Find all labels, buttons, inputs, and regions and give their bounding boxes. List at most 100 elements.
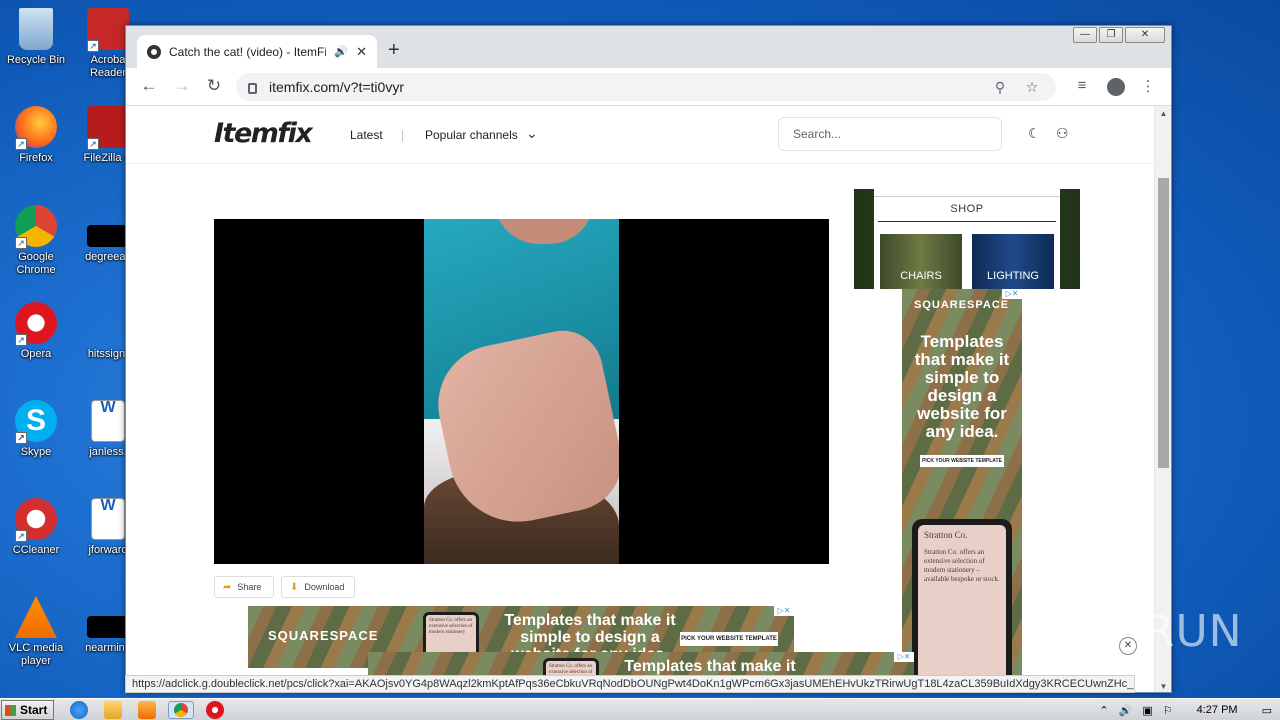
- file-icon: [87, 616, 129, 638]
- phone-mockup: Stratton Co. Stratton Co. offers an exte…: [912, 519, 1012, 692]
- search-input[interactable]: Search...: [778, 117, 1002, 151]
- skype-icon: S ↗: [15, 400, 57, 444]
- address-bar[interactable]: itemfix.com/v?t=ti0vyr ⚲ ☆: [236, 73, 1056, 101]
- close-tab-icon[interactable]: ✕: [356, 44, 367, 60]
- media-player-taskbar-icon[interactable]: [138, 701, 156, 719]
- tab-active[interactable]: Catch the cat! (video) - ItemFix 🔊 ✕: [137, 35, 377, 68]
- desktop-icon-label: Acroba Reader: [89, 54, 127, 79]
- download-icon: ⬇: [290, 581, 299, 593]
- desktop-icon-label: Firefox: [19, 152, 53, 164]
- site-header: Itemfix Latest | Popular channels ⌄ Sear…: [126, 106, 1156, 164]
- nav-popular-channels[interactable]: Popular channels: [425, 128, 518, 142]
- phone-body: Stratton Co. offers an extensive selecti…: [924, 548, 1000, 583]
- chrome-icon: ↗: [15, 205, 57, 249]
- window-controls: — ❐ ✕: [1073, 27, 1165, 43]
- shop-tile-lighting[interactable]: LIGHTING: [972, 234, 1054, 289]
- forward-arrow-icon[interactable]: →: [171, 76, 193, 96]
- ad-cta-button[interactable]: PICK YOUR WEBSITE TEMPLATE: [680, 632, 778, 646]
- scroll-up-arrow-icon[interactable]: ▲: [1155, 109, 1171, 118]
- lock-icon: [248, 82, 257, 94]
- minimize-button[interactable]: —: [1073, 27, 1097, 43]
- word-document-icon: W: [91, 498, 125, 540]
- media-control-icon[interactable]: ≡: [1071, 77, 1093, 94]
- desktop-icon-label: Skype: [20, 446, 52, 458]
- shop-tile-chairs[interactable]: CHAIRS: [880, 234, 962, 289]
- taskbar: Start ⌃ 🔊 ▣ ⚐ 4:27 PM ▭: [0, 698, 1280, 720]
- opera-taskbar-icon[interactable]: [206, 701, 224, 719]
- vlc-icon: [15, 596, 57, 638]
- page-scrollbar[interactable]: ▲ ▼: [1154, 106, 1171, 692]
- desktop-icon-skype[interactable]: S ↗ Skype: [0, 400, 72, 459]
- desktop-icon-vlc[interactable]: VLC media player: [0, 596, 72, 668]
- video-player[interactable]: [214, 219, 829, 564]
- scrollbar-thumb[interactable]: [1158, 178, 1169, 468]
- nav-divider: |: [401, 128, 405, 142]
- browser-toolbar: ← → ↻ itemfix.com/v?t=ti0vyr ⚲ ☆ ≡ ⋮: [126, 68, 1171, 106]
- share-label: Share: [237, 582, 262, 592]
- download-button[interactable]: ⬇ Download: [281, 576, 355, 598]
- itemfix-logo[interactable]: Itemfix: [214, 118, 313, 149]
- firefox-icon: ↗: [15, 106, 57, 150]
- web-page: Itemfix Latest | Popular channels ⌄ Sear…: [126, 106, 1156, 692]
- word-document-icon: W: [91, 400, 125, 442]
- volume-icon[interactable]: 🔊: [1119, 704, 1133, 717]
- new-tab-button[interactable]: +: [388, 40, 400, 60]
- shop-divider: [878, 221, 1056, 222]
- tab-title: Catch the cat! (video) - ItemFix: [169, 44, 327, 59]
- share-button[interactable]: ➦ Share: [214, 576, 274, 598]
- dark-mode-moon-icon[interactable]: ☾: [1028, 125, 1041, 142]
- nav-latest[interactable]: Latest: [350, 128, 383, 142]
- chrome-taskbar-icon[interactable]: [168, 701, 194, 719]
- anyrun-watermark: ANY RUN: [1036, 606, 1243, 657]
- reload-icon[interactable]: ↻: [203, 76, 225, 96]
- back-arrow-icon[interactable]: ←: [138, 76, 160, 96]
- file-icon: [87, 302, 129, 344]
- ccleaner-icon: ↗: [15, 498, 57, 542]
- squarespace-logo: SQUARESPACE: [914, 299, 1010, 311]
- scroll-down-arrow-icon[interactable]: ▼: [1155, 682, 1171, 691]
- close-overlay-icon[interactable]: ✕: [1119, 637, 1137, 655]
- ad-choices-icon[interactable]: ▷✕: [774, 606, 794, 616]
- desktop-icon-label: Opera: [20, 348, 52, 360]
- bookmark-star-icon[interactable]: ☆: [1020, 79, 1044, 96]
- explorer-taskbar-icon[interactable]: [104, 701, 122, 719]
- network-icon[interactable]: ▣: [1142, 704, 1152, 717]
- desktop-icon-ccleaner[interactable]: ↗ CCleaner: [0, 498, 72, 557]
- desktop-icon-opera[interactable]: ↗ Opera: [0, 302, 72, 361]
- profile-avatar-icon[interactable]: [1107, 78, 1125, 96]
- filezilla-icon: ↗: [87, 106, 129, 150]
- shortcut-arrow-icon: ↗: [15, 530, 27, 542]
- squarespace-skyscraper-ad[interactable]: ▷✕ SQUARESPACE Templates that make it si…: [902, 289, 1022, 692]
- close-window-button[interactable]: ✕: [1125, 27, 1165, 43]
- start-button[interactable]: Start: [1, 700, 54, 720]
- ad-cta-button[interactable]: PICK YOUR WEBSITE TEMPLATE: [920, 455, 1004, 467]
- desktop-icon-label: Recycle Bin: [6, 54, 66, 66]
- shop-ad[interactable]: SHOP CHAIRS LIGHTING: [854, 189, 1080, 289]
- desktop-icon-label: janless.: [89, 446, 127, 458]
- user-account-icon[interactable]: ⚇: [1056, 125, 1069, 142]
- ad-choices-icon[interactable]: ▷✕: [894, 652, 914, 662]
- maximize-button[interactable]: ❐: [1099, 27, 1123, 43]
- opera-icon: ↗: [15, 302, 57, 346]
- desktop-icon-firefox[interactable]: ↗ Firefox: [0, 106, 72, 165]
- shortcut-arrow-icon: ↗: [15, 432, 27, 444]
- zoom-icon[interactable]: ⚲: [988, 79, 1012, 96]
- tab-strip: Catch the cat! (video) - ItemFix 🔊 ✕ + —…: [126, 26, 1171, 68]
- action-center-flag-icon[interactable]: ⚐: [1163, 704, 1173, 717]
- desktop-icon-label: jforward: [88, 544, 128, 556]
- chevron-down-icon[interactable]: ⌄: [526, 125, 538, 142]
- speaker-icon[interactable]: 🔊: [334, 45, 348, 58]
- ie-taskbar-icon[interactable]: [70, 701, 88, 719]
- clock[interactable]: 4:27 PM: [1197, 704, 1238, 716]
- link-status-bar: https://adclick.g.doubleclick.net/pcs/cl…: [125, 675, 1135, 693]
- ad-choices-icon[interactable]: ▷✕: [1002, 289, 1022, 299]
- kebab-menu-icon[interactable]: ⋮: [1137, 77, 1159, 95]
- url-text[interactable]: itemfix.com/v?t=ti0vyr: [269, 79, 980, 95]
- desktop-icon-chrome[interactable]: ↗ Google Chrome: [0, 205, 72, 277]
- desktop-icon-recycle-bin[interactable]: Recycle Bin: [0, 8, 72, 67]
- download-label: Download: [304, 582, 345, 592]
- show-desktop-icon[interactable]: ▭: [1262, 704, 1272, 717]
- desktop-icon-label: CCleaner: [12, 544, 60, 556]
- tray-expand-icon[interactable]: ⌃: [1099, 704, 1108, 717]
- desktop-icon-label: hitssign.: [87, 348, 129, 360]
